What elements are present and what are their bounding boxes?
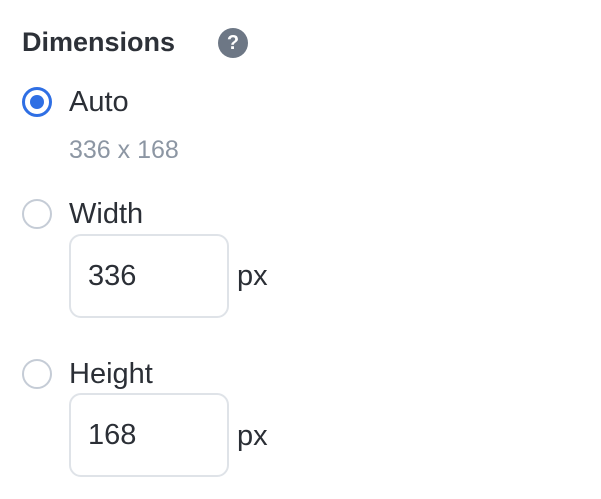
radio-auto[interactable]	[22, 87, 52, 117]
width-input[interactable]	[69, 234, 229, 318]
option-label-width[interactable]: Width	[69, 196, 143, 232]
height-input[interactable]	[69, 393, 229, 477]
section-title: Dimensions	[22, 27, 176, 57]
option-label-height[interactable]: Height	[69, 356, 153, 392]
height-unit-label: px	[237, 420, 268, 452]
auto-dimensions-hint: 336 x 168	[69, 136, 179, 164]
option-label-auto[interactable]: Auto	[69, 84, 129, 120]
help-icon[interactable]: ?	[218, 28, 248, 58]
radio-height[interactable]	[22, 359, 52, 389]
radio-width[interactable]	[22, 199, 52, 229]
width-unit-label: px	[237, 260, 268, 292]
